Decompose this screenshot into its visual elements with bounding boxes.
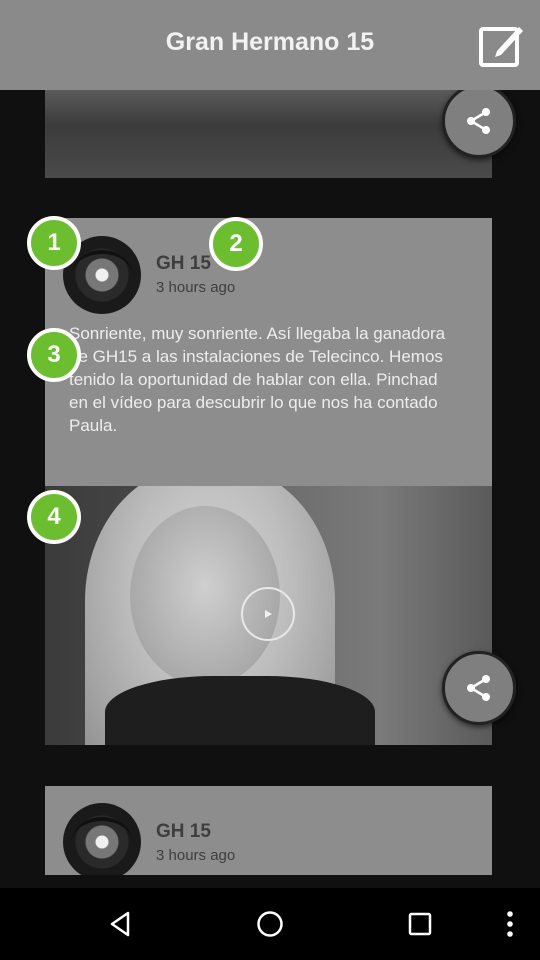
- marker-2[interactable]: 2: [209, 217, 263, 271]
- share-button[interactable]: [442, 84, 516, 158]
- marker-3[interactable]: 3: [27, 328, 81, 382]
- post-author[interactable]: GH 15: [156, 821, 211, 843]
- next-post-card[interactable]: GH 15 3 hours ago: [45, 786, 492, 875]
- post-time: 3 hours ago: [156, 847, 236, 864]
- previous-post-image[interactable]: [45, 90, 492, 178]
- recents-square-icon: [408, 912, 432, 936]
- marker-1[interactable]: 1: [27, 216, 81, 270]
- page-title: Gran Hermano 15: [165, 28, 375, 56]
- app-screen: Gran Hermano 15 GH 15 3 hours ago Sonrie…: [0, 0, 540, 960]
- share-button[interactable]: [442, 651, 516, 725]
- more-vertical-icon: [507, 911, 513, 937]
- play-button[interactable]: [241, 587, 295, 641]
- play-icon: [265, 610, 272, 618]
- edit-square-icon[interactable]: [476, 20, 526, 70]
- recents-button[interactable]: [398, 902, 442, 946]
- post-author[interactable]: GH 15: [156, 253, 211, 275]
- back-button[interactable]: [98, 902, 142, 946]
- home-circle-icon: [257, 911, 283, 937]
- back-triangle-icon: [110, 911, 130, 937]
- navigation-bar: [0, 888, 540, 960]
- avatar[interactable]: [63, 803, 141, 875]
- app-header: Gran Hermano 15: [0, 0, 540, 90]
- post-video[interactable]: [45, 486, 492, 745]
- marker-4[interactable]: 4: [27, 490, 81, 544]
- home-button[interactable]: [248, 902, 292, 946]
- share-icon: [467, 108, 490, 134]
- post-time: 3 hours ago: [156, 279, 236, 296]
- overflow-menu-button[interactable]: [488, 902, 532, 946]
- post-card[interactable]: GH 15 3 hours ago Sonriente, muy sonrien…: [45, 218, 492, 745]
- share-icon: [467, 675, 490, 701]
- post-text: Sonriente, muy sonriente. Así llegaba la…: [69, 324, 446, 435]
